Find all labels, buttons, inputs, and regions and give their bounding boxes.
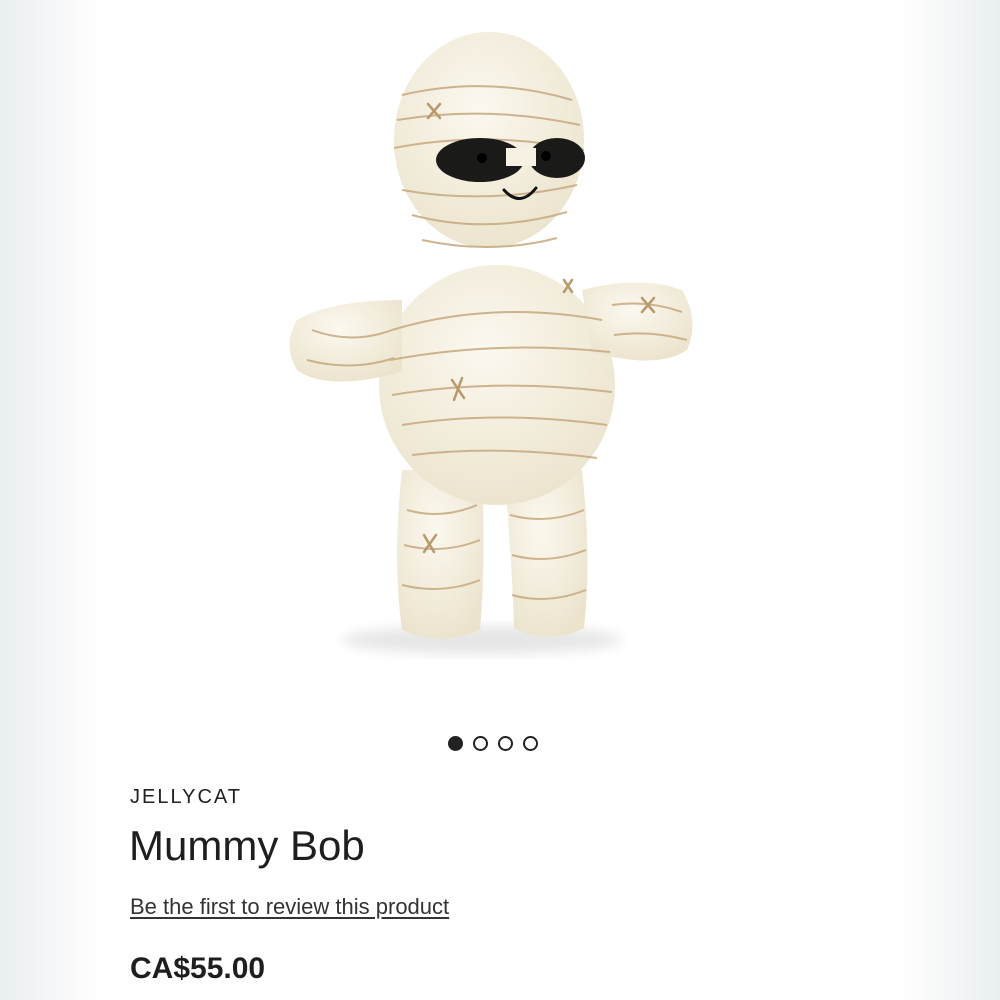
carousel-dot-3[interactable] bbox=[498, 736, 513, 751]
mummy-plush-illustration bbox=[289, 32, 693, 654]
product-card: JELLYCAT Mummy Bob Be the first to revie… bbox=[102, 0, 898, 1000]
page-frame: JELLYCAT Mummy Bob Be the first to revie… bbox=[0, 0, 1000, 1000]
image-carousel-indicators bbox=[448, 736, 538, 751]
product-brand: JELLYCAT bbox=[130, 786, 242, 808]
product-title: Mummy Bob bbox=[129, 822, 365, 869]
product-price: CA$55.00 bbox=[130, 952, 266, 985]
product-image[interactable] bbox=[102, 0, 898, 720]
carousel-dot-1[interactable] bbox=[448, 736, 463, 751]
write-review-link[interactable]: Be the first to review this product bbox=[130, 894, 449, 920]
carousel-dot-4[interactable] bbox=[523, 736, 538, 751]
carousel-dot-2[interactable] bbox=[473, 736, 488, 751]
